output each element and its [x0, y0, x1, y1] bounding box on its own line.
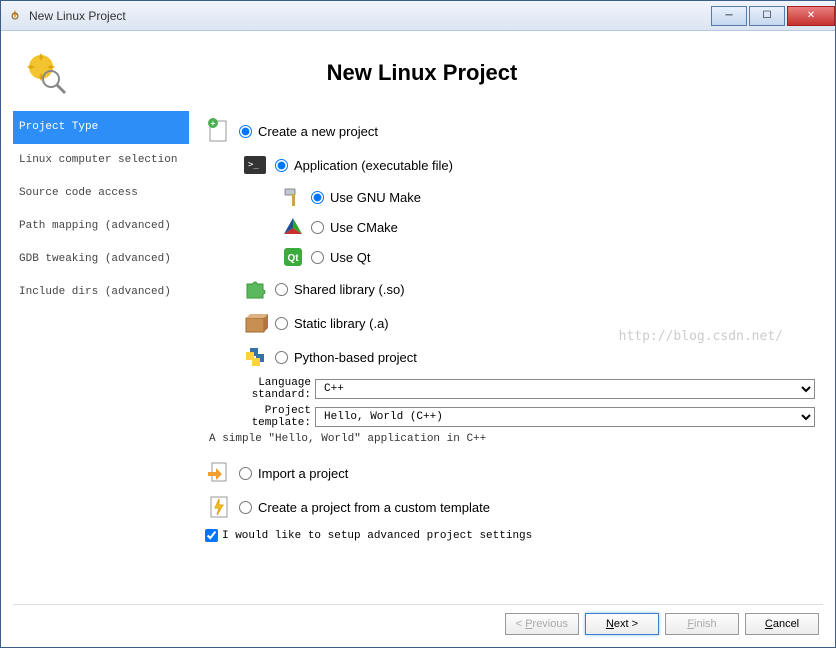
option-import: Import a project: [205, 459, 815, 487]
close-button[interactable]: ✕: [787, 6, 835, 26]
app-icon: [7, 8, 23, 24]
titlebar: New Linux Project ─ ☐ ✕: [1, 1, 835, 31]
radio-import[interactable]: [239, 467, 252, 480]
option-application: >_ Application (executable file): [241, 151, 815, 179]
content-area: New Linux Project Project Type Linux com…: [1, 31, 835, 647]
svg-text:>_: >_: [248, 160, 259, 170]
hammer-icon: [281, 185, 305, 209]
sidebar-item-project-type[interactable]: Project Type: [13, 111, 189, 144]
radio-create-new[interactable]: [239, 125, 252, 138]
radio-shared-lib[interactable]: [275, 283, 288, 296]
project-template-row: Project template: Hello, World (C++): [205, 405, 815, 429]
box-icon: [241, 309, 269, 337]
radio-gnu-make[interactable]: [311, 191, 324, 204]
svg-text:Qt: Qt: [287, 253, 299, 264]
option-gnu-make: Use GNU Make: [281, 185, 815, 209]
advanced-settings-row: I would like to setup advanced project s…: [205, 529, 815, 542]
option-label: Application (executable file): [294, 158, 453, 173]
option-python: Python-based project: [241, 343, 815, 371]
option-static-lib: Static library (.a): [241, 309, 815, 337]
option-label: Use CMake: [330, 220, 398, 235]
new-document-icon: +: [205, 117, 233, 145]
project-template-select[interactable]: Hello, World (C++): [315, 407, 815, 427]
page-title: New Linux Project: [69, 60, 775, 86]
wizard-gear-icon: [21, 49, 69, 97]
python-icon: [241, 343, 269, 371]
footer: < PPreviousrevious Next >Next FinishFini…: [13, 604, 823, 639]
project-template-description: A simple "Hello, World" application in C…: [209, 433, 815, 445]
option-create-new: + Create a new project: [205, 117, 815, 145]
option-label: Create a new project: [258, 124, 378, 139]
sidebar-item-path-mapping[interactable]: Path mapping (advanced): [13, 210, 189, 243]
radio-cmake[interactable]: [311, 221, 324, 234]
qt-icon: Qt: [281, 245, 305, 269]
option-label: Python-based project: [294, 350, 417, 365]
main-body: Project Type Linux computer selection So…: [13, 111, 823, 600]
language-standard-select[interactable]: C++: [315, 379, 815, 399]
lightning-document-icon: [205, 493, 233, 521]
minimize-button[interactable]: ─: [711, 6, 747, 26]
sidebar: Project Type Linux computer selection So…: [13, 111, 189, 600]
sidebar-item-include-dirs[interactable]: Include dirs (advanced): [13, 276, 189, 309]
sidebar-item-gdb-tweaking[interactable]: GDB tweaking (advanced): [13, 243, 189, 276]
radio-python[interactable]: [275, 351, 288, 364]
option-label: Create a project from a custom template: [258, 500, 490, 515]
maximize-button[interactable]: ☐: [749, 6, 785, 26]
option-label: Shared library (.so): [294, 282, 405, 297]
svg-text:+: +: [211, 119, 216, 128]
language-standard-label: Language standard:: [205, 377, 315, 401]
option-label: Use GNU Make: [330, 190, 421, 205]
main-panel: + Create a new project >_ Application (e…: [197, 111, 823, 600]
option-shared-lib: Shared library (.so): [241, 275, 815, 303]
titlebar-text: New Linux Project: [29, 9, 709, 23]
option-label: Static library (.a): [294, 316, 389, 331]
header: New Linux Project: [13, 41, 823, 111]
dialog-window: New Linux Project ─ ☐ ✕ New Linux Projec…: [0, 0, 836, 648]
terminal-icon: >_: [241, 151, 269, 179]
puzzle-icon: [241, 275, 269, 303]
option-cmake: Use CMake: [281, 215, 815, 239]
window-controls: ─ ☐ ✕: [709, 6, 835, 26]
next-button[interactable]: Next >Next: [585, 613, 659, 635]
option-qt: Qt Use Qt: [281, 245, 815, 269]
language-standard-row: Language standard: C++: [205, 377, 815, 401]
finish-button[interactable]: FinishFinish: [665, 613, 739, 635]
advanced-settings-label: I would like to setup advanced project s…: [222, 530, 532, 542]
sidebar-item-source-code-access[interactable]: Source code access: [13, 177, 189, 210]
radio-qt[interactable]: [311, 251, 324, 264]
advanced-settings-checkbox[interactable]: [205, 529, 218, 542]
sidebar-item-linux-computer-selection[interactable]: Linux computer selection: [13, 144, 189, 177]
option-label: Import a project: [258, 466, 348, 481]
option-label: Use Qt: [330, 250, 370, 265]
cmake-icon: [281, 215, 305, 239]
option-custom-template: Create a project from a custom template: [205, 493, 815, 521]
radio-static-lib[interactable]: [275, 317, 288, 330]
radio-custom-template[interactable]: [239, 501, 252, 514]
radio-application[interactable]: [275, 159, 288, 172]
previous-button[interactable]: < PPreviousrevious: [505, 613, 579, 635]
import-icon: [205, 459, 233, 487]
project-template-label: Project template:: [205, 405, 315, 429]
cancel-button[interactable]: CancelCancel: [745, 613, 819, 635]
